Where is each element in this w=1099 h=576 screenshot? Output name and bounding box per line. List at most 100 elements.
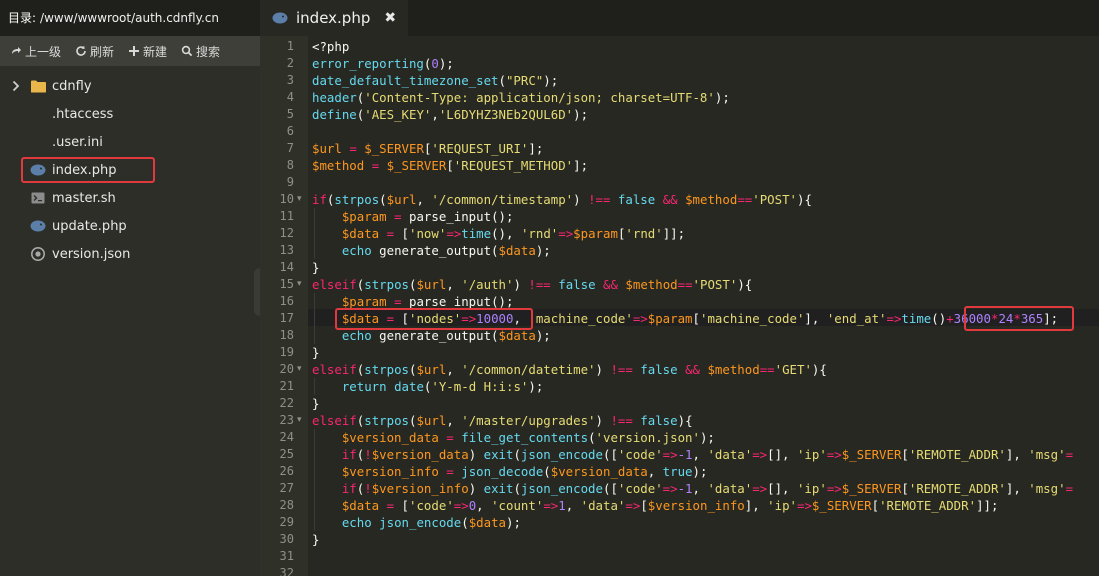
new-button[interactable]: 新建 <box>128 43 167 60</box>
file-sidebar: 目录:/www/wwwroot/auth.cdnfly.cn 上一级 刷新 新建… <box>0 0 260 576</box>
code-token: 'data' <box>707 481 753 496</box>
code-token: ){ <box>811 362 827 377</box>
code-token: $url <box>416 413 447 428</box>
code-token: ], <box>744 498 768 513</box>
code-token: $data <box>341 226 380 241</box>
code-line[interactable]: $version_info = json_decode($version_dat… <box>312 463 708 480</box>
code-token: => <box>662 481 678 496</box>
code-line[interactable]: elseif(strpos($url, '/master/upgrades') … <box>312 412 693 429</box>
code-token: json_encode <box>520 481 603 496</box>
code-line[interactable]: $data = ['now'=>time(), 'rnd'=>$param['r… <box>312 225 685 242</box>
code-token: $version_info <box>647 498 745 513</box>
search-button[interactable]: 搜索 <box>181 43 220 60</box>
code-line[interactable]: } <box>312 395 319 412</box>
chevron-right-icon[interactable] <box>10 80 22 92</box>
code-token: $version_data <box>550 464 648 479</box>
code-line[interactable]: echo generate_output($data); <box>312 242 551 259</box>
code-token: [ <box>692 311 700 326</box>
code-line[interactable]: elseif(strpos($url, '/auth') !== false &… <box>312 276 752 293</box>
code-token: () <box>931 311 947 326</box>
code-line[interactable]: if(!$version_info) exit(json_encode(['co… <box>312 480 1073 497</box>
code-token: false <box>640 413 678 428</box>
end-at-value-highlight <box>964 306 1074 331</box>
code-token: ([ <box>602 481 618 496</box>
code-token: ) <box>595 413 611 428</box>
code-token: 'code' <box>617 447 663 462</box>
line-number: 21 <box>279 379 294 393</box>
code-token: $_SERVER <box>364 141 424 156</box>
line-number: 19 <box>279 345 294 359</box>
code-token: => <box>662 447 678 462</box>
code-token: ], <box>1005 447 1029 462</box>
up-level-button[interactable]: 上一级 <box>10 43 61 60</box>
code-token: strpos <box>334 192 380 207</box>
tree-item-cdnfly[interactable]: cdnfly <box>10 72 92 100</box>
code-line[interactable]: error_reporting(0); <box>312 55 454 72</box>
code-token: = <box>349 141 357 156</box>
tree-item-master-sh[interactable]: master.sh <box>30 184 116 212</box>
tree-item-user-ini[interactable]: .user.ini <box>52 128 103 156</box>
code-line[interactable]: $data = ['code'=>0, 'count'=>1, 'data'=>… <box>312 497 999 514</box>
tree-item-update-php[interactable]: update.php <box>30 212 127 240</box>
code-editor[interactable]: 1 2 3 4 5 6 7 8 9 10 11 12 13 14 15 16 17 18 19 20 21 22 23 24 2… <box>260 36 1099 576</box>
tree-item-htaccess[interactable]: .htaccess <box>52 100 113 128</box>
tree-item-version-json[interactable]: version.json <box>30 240 130 268</box>
code-line[interactable]: } <box>312 259 319 276</box>
line-number: 23 <box>279 413 294 427</box>
code-token: 'REMOTE_ADDR' <box>879 498 977 513</box>
code-token: ( <box>513 481 521 496</box>
fold-arrow-icon[interactable]: ▾ <box>297 361 302 378</box>
code-token: } <box>312 532 320 547</box>
code-line[interactable]: elseif(strpos($url, '/common/datetime') … <box>312 361 827 378</box>
code-token: '/master/upgrades' <box>461 413 596 428</box>
code-token: = <box>1065 447 1074 462</box>
code-token: 'Y-m-d H:i:s' <box>431 379 529 394</box>
fold-arrow-icon[interactable]: ▾ <box>297 191 302 208</box>
tab-index-php[interactable]: index.php ✖ <box>260 0 408 36</box>
line-number: 32 <box>279 566 294 576</box>
code-line[interactable]: if(!$version_data) exit(json_encode(['co… <box>312 446 1073 463</box>
code-token: time <box>461 226 492 241</box>
code-token: strpos <box>364 277 409 292</box>
code-token: 'end_at' <box>826 311 887 326</box>
code-line[interactable]: echo json_encode($data); <box>312 514 521 531</box>
refresh-button[interactable]: 刷新 <box>75 43 114 60</box>
line-number: 31 <box>279 549 294 563</box>
code-line[interactable]: $method = $_SERVER['REQUEST_METHOD']; <box>312 157 588 174</box>
code-token: ); <box>543 73 559 88</box>
code-line[interactable]: date_default_timezone_set("PRC"); <box>312 72 558 89</box>
code-token: ( <box>588 430 596 445</box>
code-token: == <box>737 192 753 207</box>
code-token: exit <box>483 447 514 462</box>
code-token: 'ip' <box>767 498 797 513</box>
code-token: 'count' <box>491 498 544 513</box>
code-line[interactable]: define('AES_KEY','L6DYHZ3NEb2QUL6D'); <box>312 106 588 123</box>
code-line[interactable]: $param = parse_input(); <box>312 208 514 225</box>
code-line[interactable]: } <box>312 531 319 548</box>
tree-item-label: cdnfly <box>52 78 92 94</box>
code-token: parse_input(); <box>401 294 514 309</box>
code-token: 'POST' <box>692 277 738 292</box>
close-tab-icon[interactable]: ✖ <box>384 10 396 26</box>
code-token: ) <box>468 447 484 462</box>
fold-arrow-icon[interactable]: ▾ <box>297 412 302 429</box>
code-line[interactable]: return date('Y-m-d H:i:s'); <box>312 378 543 395</box>
code-token: => <box>752 447 768 462</box>
fold-arrow-icon[interactable]: ▾ <box>297 276 302 293</box>
code-token: (), <box>491 226 521 241</box>
code-token: && <box>662 192 678 207</box>
code-line[interactable]: <?php <box>312 38 349 55</box>
code-token: [ <box>640 498 648 513</box>
code-line[interactable]: $version_data = file_get_contents('versi… <box>312 429 715 446</box>
code-token: $param <box>341 209 387 224</box>
code-token: ) <box>595 362 611 377</box>
code-line[interactable]: if(strpos($url, '/common/timestamp') !==… <box>312 191 812 208</box>
code-line[interactable]: } <box>312 344 319 361</box>
code-line[interactable]: header('Content-Type: application/json; … <box>312 89 730 106</box>
code-token: 'code' <box>409 498 454 513</box>
line-number: 24 <box>279 430 294 444</box>
code-line[interactable]: $url = $_SERVER['REQUEST_URI']; <box>312 140 543 157</box>
